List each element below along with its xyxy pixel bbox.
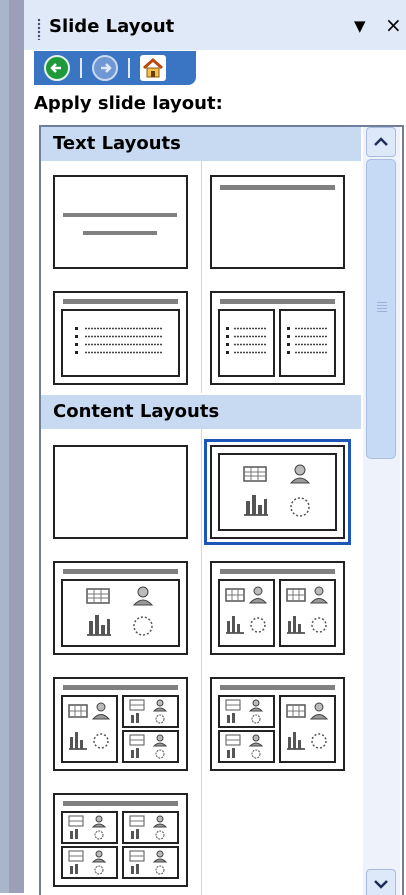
content-placeholder-small — [122, 730, 179, 763]
drag-grip-icon[interactable] — [37, 18, 41, 40]
layout-title-2-content-and-content[interactable] — [210, 677, 345, 771]
scroll-up-button[interactable] — [366, 127, 396, 157]
layout-gallery: Text Layouts Content Layouts — [39, 125, 404, 895]
content-placeholder-small — [122, 846, 179, 879]
scroll-thumb[interactable] — [366, 159, 396, 459]
nav-separator — [80, 58, 82, 78]
back-button[interactable] — [44, 55, 70, 81]
content-placeholder-left — [218, 579, 275, 647]
title-bar — [220, 185, 335, 190]
content-placeholder — [218, 453, 337, 531]
chevron-down-icon — [374, 880, 388, 889]
title-bar — [220, 569, 335, 574]
column-divider — [201, 429, 202, 895]
vertical-scrollbar[interactable] — [363, 127, 400, 895]
pane-title: Slide Layout — [49, 16, 175, 37]
content-icons — [86, 586, 154, 636]
content-placeholder-large — [279, 695, 336, 763]
task-pane-titlebar: Slide Layout ▼ × — [24, 0, 406, 50]
content-icons — [68, 702, 111, 750]
left-edge — [0, 0, 9, 893]
content-placeholder-right — [279, 579, 336, 647]
content-placeholder-small — [61, 846, 118, 879]
layout-title-and-content[interactable] — [53, 561, 188, 655]
content-icons — [68, 815, 107, 840]
back-arrow-icon — [50, 63, 61, 73]
bullet-list-icon — [226, 327, 266, 354]
subtitle-bar — [83, 231, 157, 235]
content-icons — [286, 702, 329, 750]
layout-title-and-text[interactable] — [53, 291, 188, 385]
layout-title-and-2-column-text[interactable] — [210, 291, 345, 385]
pane-border — [9, 0, 24, 893]
navigation-bar — [34, 51, 196, 85]
title-bar — [63, 685, 178, 690]
chevron-up-icon — [374, 137, 388, 146]
layout-title-only[interactable] — [210, 175, 345, 269]
layout-title-and-4-content[interactable] — [53, 793, 188, 887]
table-icon — [243, 466, 267, 482]
text-placeholder-right — [279, 309, 336, 377]
layout-title-and-2-content[interactable] — [210, 561, 345, 655]
section-header-content-layouts: Content Layouts — [41, 395, 361, 429]
content-placeholder — [61, 579, 180, 647]
bullet-list-icon — [287, 327, 327, 354]
title-bar — [63, 299, 178, 304]
diagram-icon — [133, 616, 153, 636]
forward-button[interactable] — [92, 55, 118, 81]
content-placeholder-small — [122, 695, 179, 728]
layout-blank[interactable] — [53, 445, 188, 539]
column-divider — [201, 161, 202, 393]
forward-arrow-icon — [101, 63, 112, 73]
bullet-list-icon — [75, 327, 163, 354]
title-bar — [63, 213, 177, 217]
content-icons — [129, 850, 168, 875]
title-bar — [63, 801, 178, 806]
apply-layout-label: Apply slide layout: — [34, 93, 223, 114]
text-placeholder — [61, 309, 180, 377]
content-icons — [129, 734, 168, 759]
content-placeholder-large — [61, 695, 118, 763]
close-icon[interactable]: × — [385, 13, 402, 37]
home-icon — [143, 57, 163, 78]
content-icons — [225, 699, 264, 724]
content-placeholder-small — [218, 730, 275, 763]
title-bar — [63, 569, 178, 574]
chart-icon — [244, 495, 268, 516]
clipart-icon — [132, 586, 154, 606]
scroll-grip-icon — [377, 302, 387, 312]
content-placeholder-small — [122, 811, 179, 844]
content-icons — [243, 464, 311, 517]
scroll-down-button[interactable] — [366, 869, 396, 895]
content-icons — [129, 815, 168, 840]
layout-content[interactable] — [204, 439, 351, 545]
title-bar — [220, 685, 335, 690]
content-icons — [286, 586, 329, 634]
chart-icon — [87, 615, 111, 636]
content-icons — [225, 734, 264, 759]
section-header-text-layouts: Text Layouts — [41, 127, 361, 161]
home-button[interactable] — [140, 55, 166, 81]
chevron-down-icon[interactable]: ▼ — [354, 17, 366, 35]
table-icon — [86, 588, 110, 604]
nav-separator — [128, 58, 130, 78]
content-icons — [129, 699, 168, 724]
title-bar — [220, 299, 335, 304]
layout-title-content-and-2-content[interactable] — [53, 677, 188, 771]
content-icons — [68, 850, 107, 875]
clipart-icon — [289, 464, 311, 484]
diagram-icon — [290, 497, 310, 517]
content-placeholder-small — [61, 811, 118, 844]
layout-title-slide[interactable] — [53, 175, 188, 269]
content-placeholder-small — [218, 695, 275, 728]
task-pane: Slide Layout ▼ × Apply slide layout: Tex… — [24, 0, 406, 895]
content-icons — [225, 586, 268, 634]
text-placeholder-left — [218, 309, 275, 377]
